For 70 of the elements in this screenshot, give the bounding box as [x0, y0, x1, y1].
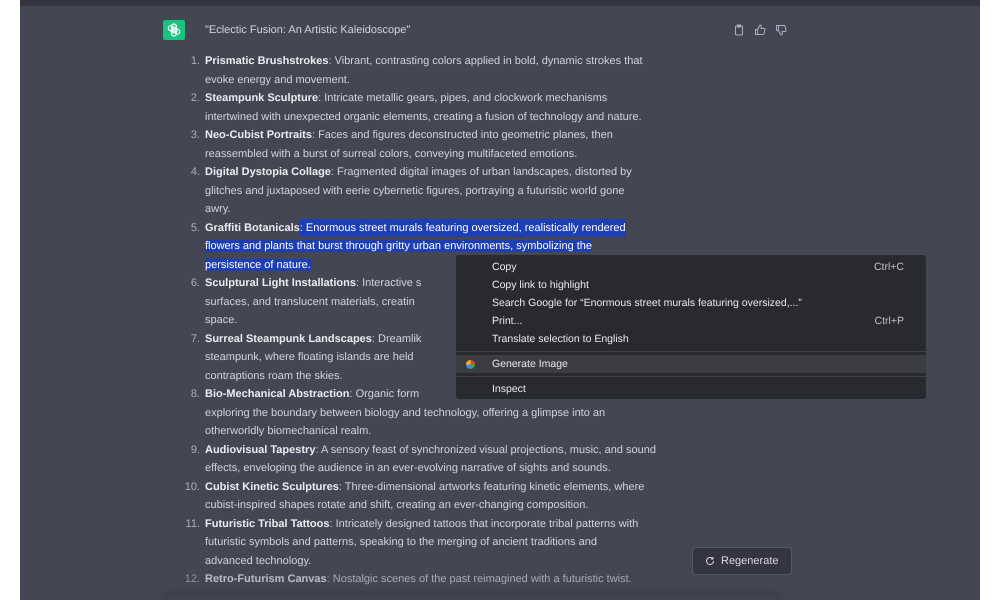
item-description: : Fragmented digital images of urban landscapes, distorted by — [330, 165, 632, 180]
item-title: Audiovisual Tapestry — [205, 442, 316, 458]
item-description: persistence of nature. — [205, 258, 311, 270]
list-number: 2. — [190, 91, 201, 106]
item-description: : Dreamlik — [372, 332, 422, 346]
menu-item[interactable]: Search Google for “Enormous street murals featuring oversized,...” — [456, 294, 926, 312]
item-title: Digital Dystopia Collage — [205, 165, 331, 180]
list-number: 3. — [190, 128, 201, 143]
assistant-avatar-icon — [163, 20, 185, 40]
item-description: space. — [205, 314, 238, 326]
item-title: Bio-Mechanical Abstraction — [205, 387, 350, 402]
item-description: advanced technology. — [205, 554, 312, 566]
list-number: 6. — [190, 276, 201, 291]
item-description: : Enormous street murals featuring oversized, realistically rendered — [300, 218, 626, 237]
item-description: otherworldly biomechanical realm. — [205, 425, 372, 437]
list-number: 7. — [190, 332, 201, 346]
item-description: : A sensory feast of synchronized visual projections, music, and sound — [315, 442, 656, 458]
menu-item[interactable]: Generate Image — [456, 355, 926, 373]
thumbs-down-icon[interactable] — [775, 24, 787, 36]
message-title: "Eclectic Fusion: An Artistic Kaleidoscope" — [205, 24, 412, 36]
item-description: surfaces, and translucent materials, creatin — [205, 296, 415, 308]
menu-item[interactable]: Copy Ctrl+C — [456, 258, 926, 276]
item-title: Surreal Steampunk Landscapes — [205, 332, 372, 346]
shortcut-label: Ctrl+C — [874, 261, 904, 273]
item-description: intertwined with unexpected organic elements, creating a fusion of technology and nature. — [205, 110, 642, 122]
list-number: 10. — [184, 480, 201, 494]
item-description: evoke energy and movement. — [205, 74, 350, 86]
item-description: flowers and plants that burst through gritty urban environments, symbolizing the — [205, 240, 592, 252]
list-number: 11. — [184, 516, 201, 532]
item-title: Sculptural Light Installations — [205, 276, 356, 291]
item-description: : Interactive s — [356, 276, 422, 291]
refresh-icon — [705, 556, 715, 566]
list-number: 8. — [190, 387, 201, 402]
item-title: Graffiti Botanicals — [205, 220, 300, 236]
menu-item[interactable]: Copy link to highlight — [456, 276, 926, 294]
shortcut-label: Ctrl+P — [874, 315, 904, 327]
list-number: 12. — [184, 572, 201, 587]
item-description: futuristic symbols and patterns, speaking to the merging of ancient traditions and — [205, 536, 597, 548]
item-title: Futuristic Tribal Tattoos — [205, 516, 330, 532]
item-description: contraptions roam the skies. — [205, 370, 343, 382]
list-number: 9. — [190, 442, 201, 458]
item-description: effects, enveloping the audience in an ever-evolving narrative of sights and sounds. — [205, 462, 611, 474]
item-description: awry. — [205, 203, 230, 215]
item-description: exploring the boundary between biology and technology, offering a glimpse into an — [205, 406, 606, 418]
multicolor-circle-icon — [466, 360, 475, 369]
menu-item[interactable]: Print... Ctrl+P — [456, 312, 926, 330]
item-title: Neo-Cubist Portraits — [205, 128, 312, 143]
item-description: : Vibrant, contrasting colors applied in bold, dynamic strokes that — [328, 54, 643, 69]
item-title: Prismatic Brushstrokes — [205, 54, 328, 69]
regenerate-button[interactable]: Regenerate — [692, 547, 792, 575]
item-description: glitches and juxtaposed with eerie cybernetic figures, portraying a futuristic world gone — [205, 184, 624, 196]
thumbs-up-icon[interactable] — [754, 24, 766, 36]
list-number: 1. — [190, 54, 201, 69]
clipboard-icon[interactable] — [733, 24, 745, 36]
menu-item[interactable]: Inspect — [456, 380, 926, 398]
item-description: : Intricate metallic gears, pipes, and clockwork mechanisms — [318, 91, 608, 106]
list-number: 4. — [190, 165, 201, 180]
item-description: : Three-dimensional artworks featuring kinetic elements, where — [338, 480, 644, 494]
menu-item[interactable]: Translate selection to English — [456, 330, 926, 348]
item-title: Retro-Futurism Canvas — [205, 572, 327, 587]
item-description: steampunk, where floating islands are held — [205, 351, 414, 363]
item-description: : Nostalgic scenes of the past reimagined with a futuristic twist. — [326, 572, 632, 587]
item-description: : Intricately designed tattoos that incorporate tribal patterns with — [329, 516, 638, 532]
item-title: Steampunk Sculpture — [205, 91, 318, 106]
list-number: 5. — [190, 220, 201, 236]
item-description: : Organic form — [349, 387, 420, 402]
item-title: Cubist Kinetic Sculptures — [205, 480, 339, 494]
item-description: : Faces and figures deconstructed into geometric planes, then — [312, 128, 613, 143]
item-description: reassembled with a burst of surreal colors, conveying multifaceted emotions. — [205, 148, 578, 160]
item-description: cubist-inspired shapes rotate and shift, creating an ever-changing composition. — [205, 499, 588, 511]
